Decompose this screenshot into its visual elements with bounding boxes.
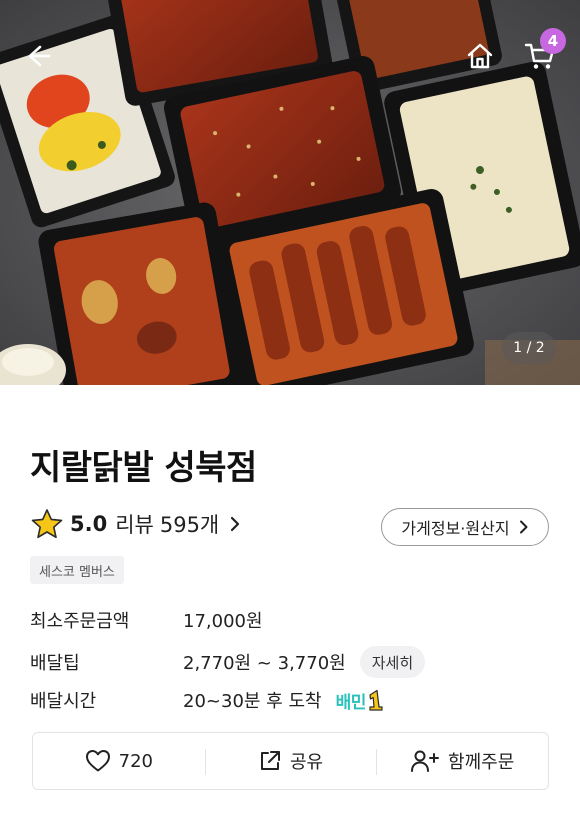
back-button[interactable] bbox=[16, 34, 60, 78]
store-info-origin-button[interactable]: 가게정보·원산지 bbox=[381, 508, 549, 546]
group-order-label: 함께주문 bbox=[448, 752, 515, 773]
review-count: 595개 bbox=[159, 513, 220, 537]
min-order-label: 최소주문금액 bbox=[30, 611, 130, 632]
delivery-tip-detail-button[interactable]: 자세히 bbox=[359, 646, 426, 678]
store-name: 지랄닭발 성북점 bbox=[30, 448, 257, 488]
baemin-logo-text: 배민 bbox=[335, 692, 367, 713]
min-order-value: 17,000원 bbox=[183, 611, 263, 632]
rating-review-link[interactable]: 5.0 리뷰 595개 bbox=[30, 508, 241, 540]
heart-icon bbox=[85, 750, 110, 772]
share-button[interactable]: 공유 bbox=[204, 733, 377, 789]
store-action-bar: 720 공유 함께주문 bbox=[32, 732, 549, 790]
cart-count-badge: 4 bbox=[540, 28, 566, 54]
delivery-tip-row: 배달팁 2,770원 ~ 3,770원 자세히 bbox=[30, 646, 426, 678]
delivery-tip-value: 2,770원 ~ 3,770원 bbox=[183, 653, 346, 674]
chevron-right-icon bbox=[519, 520, 528, 534]
delivery-tip-label: 배달팁 bbox=[30, 653, 80, 674]
min-order-row: 최소주문금액 17,000원 bbox=[30, 607, 263, 633]
share-label: 공유 bbox=[289, 752, 324, 773]
like-button[interactable]: 720 bbox=[33, 733, 205, 789]
star-icon bbox=[31, 509, 63, 539]
number-one-badge-icon bbox=[369, 689, 383, 711]
cesco-member-badge: 세스코 멤버스 bbox=[30, 556, 124, 584]
home-button[interactable] bbox=[458, 34, 502, 78]
cart-button[interactable]: 4 bbox=[518, 28, 566, 78]
home-icon bbox=[467, 43, 493, 69]
share-icon bbox=[260, 751, 280, 770]
rating-value: 5.0 bbox=[70, 512, 108, 536]
add-user-icon bbox=[411, 750, 440, 772]
arrow-left-icon bbox=[28, 45, 51, 67]
image-pager-indicator: 1 / 2 bbox=[502, 332, 556, 364]
store-info-origin-label: 가게정보·원산지 bbox=[401, 519, 510, 538]
review-label: 리뷰 bbox=[115, 513, 154, 537]
delivery-time-row: 배달시간 20~30분 후 도착 배민 bbox=[30, 687, 384, 713]
group-order-button[interactable]: 함께주문 bbox=[376, 733, 548, 789]
store-hero-image[interactable]: 4 1 / 2 bbox=[0, 0, 580, 385]
delivery-time-label: 배달시간 bbox=[30, 691, 97, 712]
chevron-right-icon bbox=[229, 515, 241, 533]
delivery-time-value: 20~30분 후 도착 bbox=[183, 691, 322, 712]
like-count: 720 bbox=[118, 750, 154, 772]
baemin-1-logo: 배민 bbox=[336, 688, 384, 713]
